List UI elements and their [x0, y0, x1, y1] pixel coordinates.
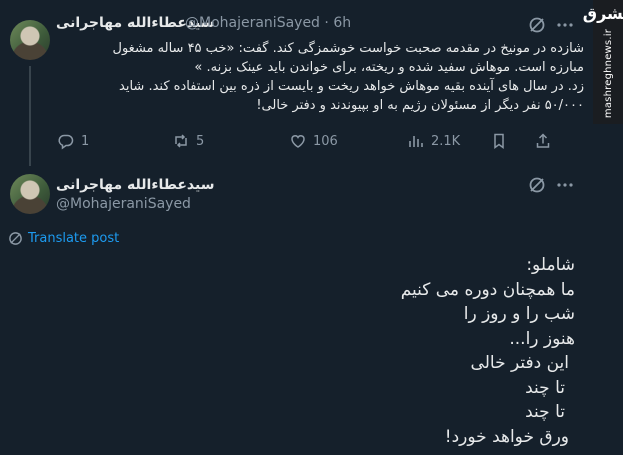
author-handle[interactable]: @MohajeraniSayed · 6h: [185, 15, 351, 31]
repost-count: 5: [196, 133, 205, 149]
repost-button[interactable]: 5: [172, 132, 204, 150]
separator: ·: [324, 15, 329, 31]
tweet-text: شاملو: ما همچنان دوره می کنیم شب را و رو…: [300, 253, 575, 449]
thread-connector-line: [29, 66, 31, 166]
heart-icon: [291, 135, 305, 148]
views-count: 2.1K: [431, 133, 461, 149]
author-avatar[interactable]: [10, 20, 50, 60]
watermark-logo: مشرق: [582, 4, 623, 23]
reply-button[interactable]: 1: [57, 132, 89, 150]
grok-icon[interactable]: [528, 176, 546, 194]
author-name[interactable]: سیدعطاءالله مهاجرانی: [56, 177, 215, 193]
share-icon[interactable]: [534, 132, 552, 150]
more-options-icon[interactable]: [556, 16, 574, 34]
poem-line: شب را و روز را: [463, 304, 575, 324]
author-handle[interactable]: @MohajeraniSayed: [56, 196, 191, 212]
repost-icon: [175, 134, 187, 148]
like-button[interactable]: 106: [289, 132, 338, 150]
views-icon: [409, 136, 423, 147]
reply-icon: [58, 134, 74, 150]
watermark: مشرق mashreghnews.ir: [583, 0, 623, 124]
poem-line: شاملو:: [526, 255, 575, 275]
more-options-icon[interactable]: [556, 176, 574, 194]
poem-line: تا چند: [525, 402, 565, 422]
grok-icon[interactable]: [528, 16, 546, 34]
author-avatar[interactable]: [10, 174, 50, 214]
poem-line: ما همچنان دوره می کنیم: [400, 279, 575, 300]
bookmark-icon[interactable]: [490, 132, 508, 150]
tweet-line: مبارزه است. موهاش سفید شده و ریخته، برای…: [194, 60, 584, 75]
tweet-line: ۵۰/۰۰۰ نفر دیگر از مسئولان رژیم به او بپ…: [256, 98, 584, 113]
like-count: 106: [313, 133, 338, 149]
reply-count: 1: [81, 133, 90, 149]
views-button[interactable]: 2.1K: [407, 132, 460, 150]
tweet-line: شازده در مونیخ در مقدمه صحبت خواست خوشمز…: [112, 41, 584, 56]
translate-icon: [9, 232, 22, 245]
watermark-url: mashreghnews.ir: [602, 29, 614, 119]
poem-line: تا چند: [525, 377, 565, 398]
tweet-line: زد. در سال های آینده بقیه موهاش خواهد ری…: [119, 79, 584, 94]
poem-line: این دفتر خالی: [470, 353, 569, 373]
poem-line: ورق خواهد خورد!: [444, 426, 569, 447]
translate-post-link[interactable]: Translate post: [8, 231, 119, 246]
post-time[interactable]: 6h: [333, 15, 351, 31]
poem-line: هنوز را...: [509, 328, 575, 349]
translate-label: Translate post: [28, 231, 120, 246]
tweet-text: شازده در مونیخ در مقدمه صحبت خواست خوشمز…: [56, 39, 584, 115]
handle-text: @MohajeraniSayed: [185, 15, 320, 31]
